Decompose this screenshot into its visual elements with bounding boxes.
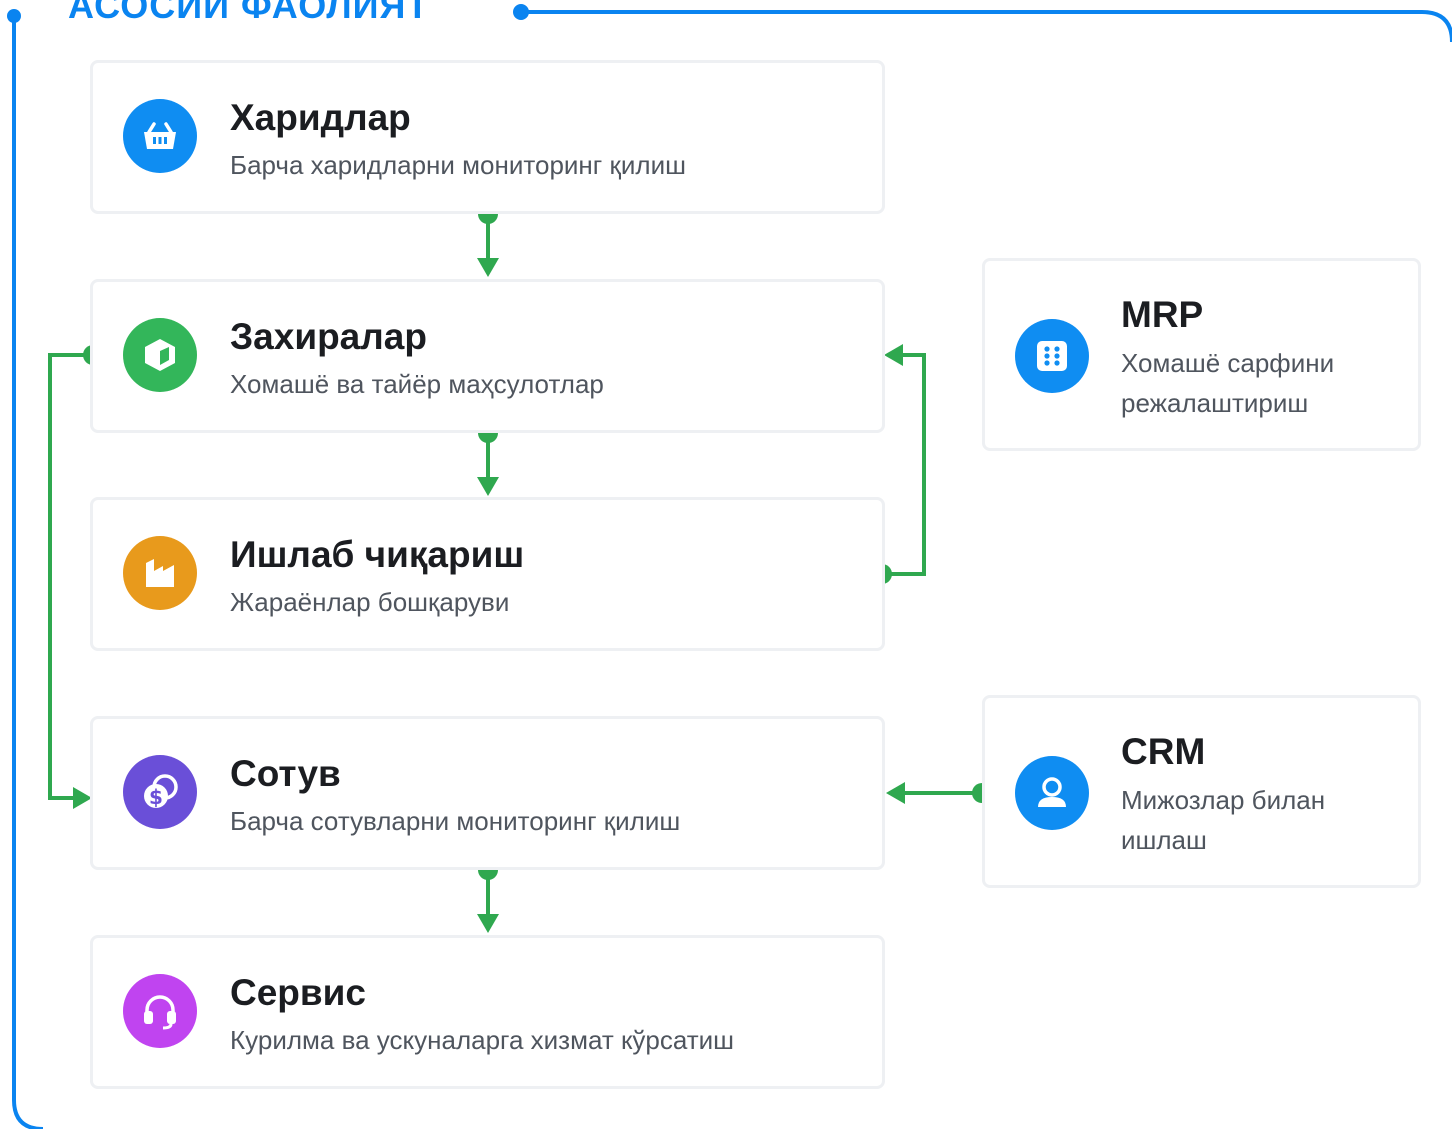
module-subtitle: Хомашё ва тайёр маҳсулотлар: [230, 369, 604, 399]
section-title: АСОСИЙ ФАОЛИЯТ: [68, 0, 430, 26]
basket-icon: [123, 99, 197, 173]
connector-production-stock: [882, 344, 926, 576]
user-icon: [1015, 756, 1089, 830]
module-card-purchases[interactable]: Харидлар Барча харидларни мониторинг қил…: [90, 60, 885, 214]
connector-crm-sales: [886, 782, 982, 804]
module-title: Харидлар: [230, 97, 411, 138]
module-subtitle: Барча харидларни мониторинг қилиш: [230, 150, 686, 180]
module-card-production[interactable]: Ишлаб чиқариш Жараёнлар бошқаруви: [90, 497, 885, 651]
module-card-stock[interactable]: Захиралар Хомашё ва тайёр маҳсулотлар: [90, 279, 885, 433]
svg-text:$: $: [149, 785, 163, 809]
module-title: Сотув: [230, 753, 341, 794]
module-title: Захиралар: [230, 316, 427, 357]
module-title: MRP: [1121, 294, 1204, 335]
module-card-mrp[interactable]: MRP Хомашё сарфини режалаштириш: [982, 258, 1421, 451]
module-subtitle: Мижозлар билан ишлаш: [1121, 785, 1326, 855]
module-card-sales[interactable]: $ Сотув Барча сотувларни мониторинг қили…: [90, 716, 885, 870]
box-icon: [123, 318, 197, 392]
module-title: CRM: [1121, 731, 1206, 772]
module-subtitle: Барча сотувларни мониторинг қилиш: [230, 806, 681, 836]
module-subtitle: Жараёнлар бошқаруви: [230, 587, 510, 617]
grid-dots-icon: [1015, 319, 1089, 393]
module-subtitle: Хомашё сарфини режалаштириш: [1121, 348, 1335, 418]
module-title: Ишлаб чиқариш: [230, 534, 525, 575]
headset-icon: [123, 974, 197, 1048]
module-card-crm[interactable]: CRM Мижозлар билан ишлаш: [982, 695, 1421, 888]
frame-dot-right: [513, 4, 529, 20]
coins-icon: $: [123, 755, 197, 829]
module-subtitle: Курилма ва ускуналарга хизмат кўрсатиш: [230, 1025, 735, 1055]
factory-icon: [123, 536, 197, 610]
connector-stock-sales: [48, 353, 93, 809]
frame-dot-left: [7, 9, 21, 23]
module-title: Сервис: [230, 972, 366, 1013]
module-card-service[interactable]: Сервис Курилма ва ускуналарга хизмат кўр…: [90, 935, 885, 1089]
